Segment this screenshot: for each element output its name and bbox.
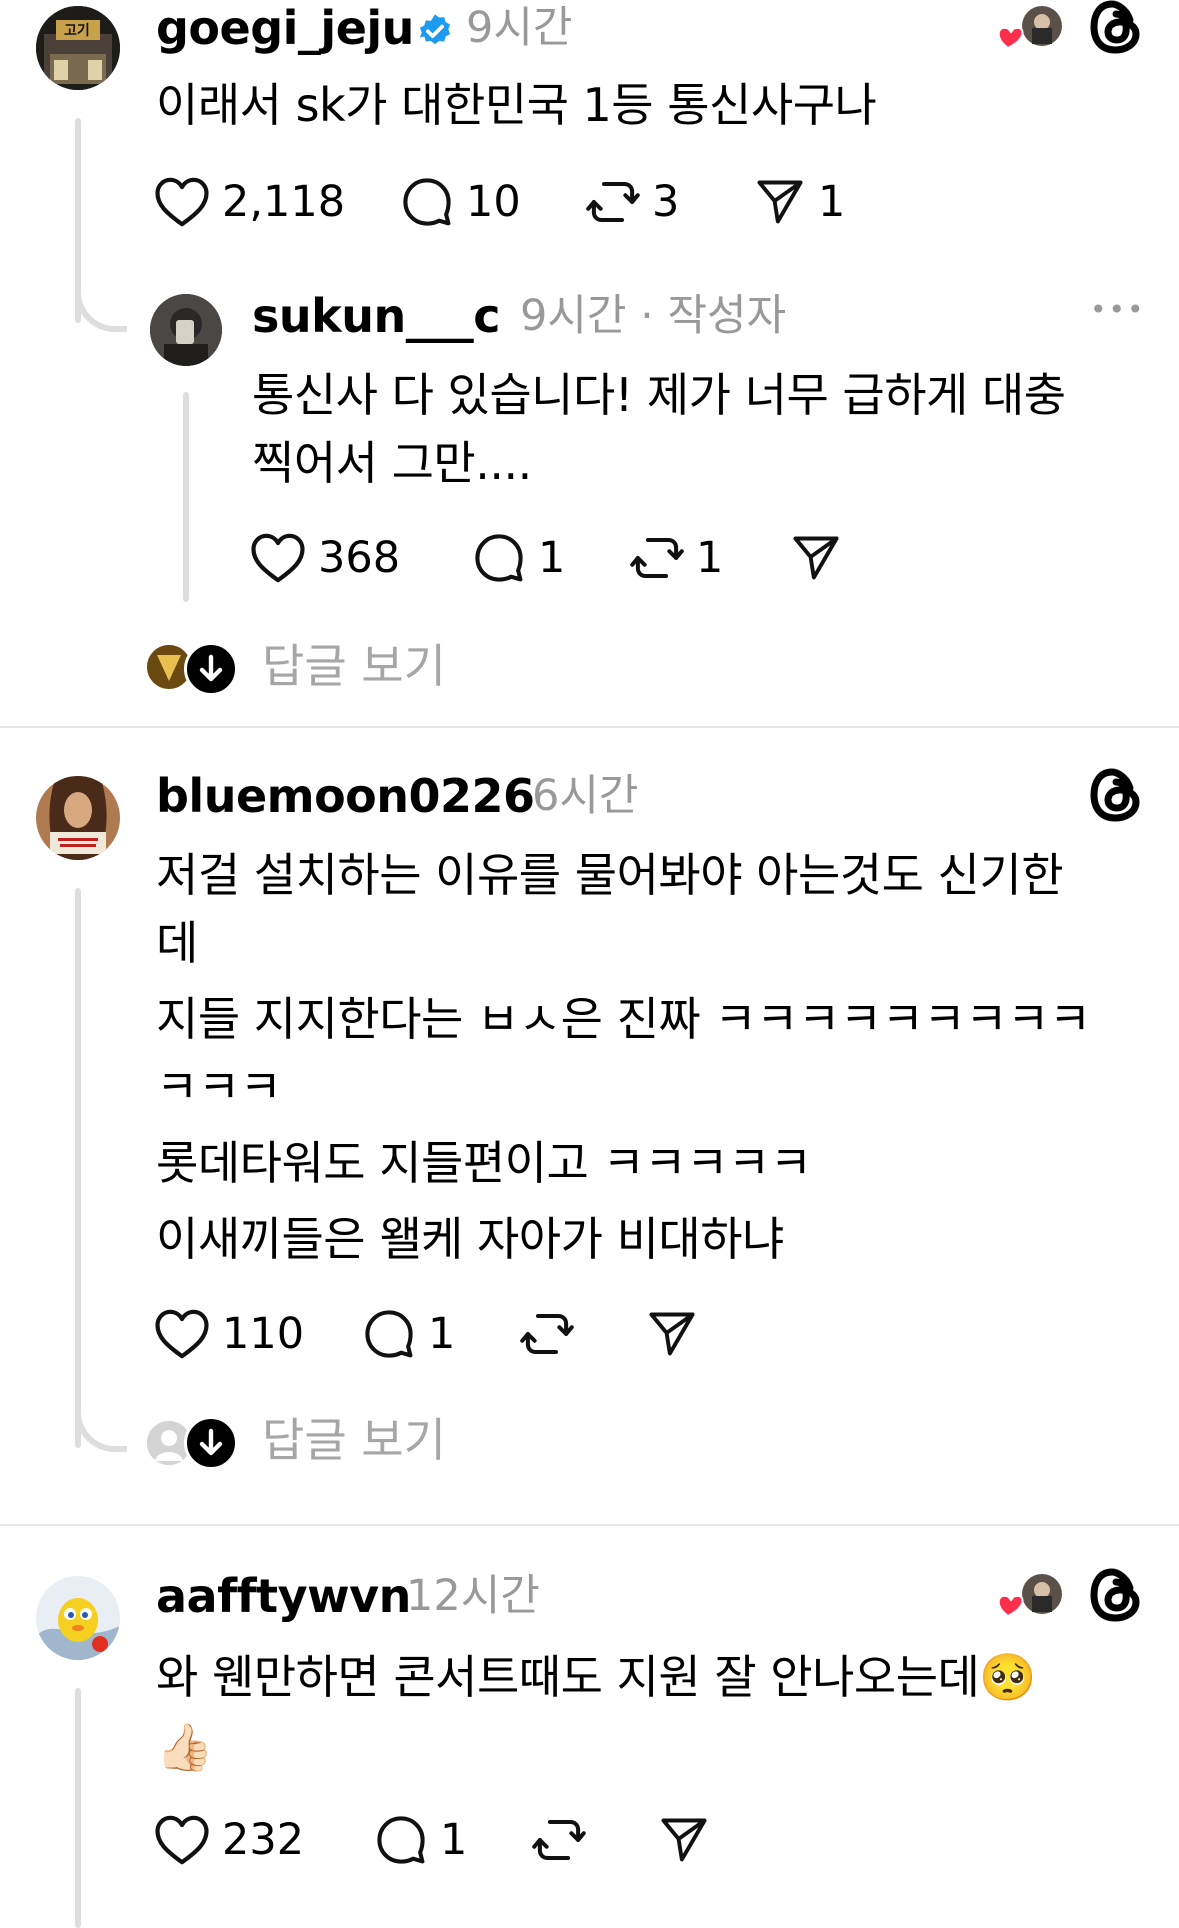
reply-count: 1: [428, 1309, 456, 1359]
like-count: 2,118: [222, 177, 346, 227]
repost-icon: [630, 537, 684, 579]
share-button[interactable]: [790, 528, 842, 588]
repost-button[interactable]: [532, 1810, 586, 1870]
repost-count: 1: [696, 533, 724, 583]
more-options-button[interactable]: •••: [1090, 290, 1146, 330]
comment-text-line: 👍🏻: [156, 1720, 213, 1774]
avatar-bluemoon0226[interactable]: [36, 776, 120, 860]
threads-logo-icon[interactable]: [1090, 0, 1142, 58]
heart-icon: [155, 1309, 209, 1359]
reply-bubble-icon: [377, 1816, 425, 1864]
like-count: 110: [222, 1309, 305, 1359]
storefront-avatar-image: [36, 6, 120, 90]
repost-button[interactable]: [520, 1304, 574, 1364]
send-icon: [661, 1818, 707, 1862]
comment-separator: [0, 1524, 1179, 1526]
avatar-aafftywvn[interactable]: [36, 1576, 120, 1660]
liked-by-author-indicator: [996, 4, 1062, 54]
avatar-sukun-c[interactable]: [150, 294, 222, 366]
send-icon: [793, 536, 839, 580]
reply-button[interactable]: 1: [362, 1304, 455, 1364]
comment-text-line: 찍어서 그만....: [252, 436, 532, 490]
reply-bubble-icon: [475, 534, 523, 582]
reply-bubble-icon: [403, 178, 451, 226]
repost-button[interactable]: 3: [586, 172, 679, 232]
heart-icon: [155, 177, 209, 227]
username[interactable]: sukun___c: [252, 288, 500, 344]
thread-line-curve: [75, 270, 127, 332]
timestamp: 6시간: [532, 771, 639, 821]
liked-by-author-indicator: [996, 1572, 1062, 1622]
like-button[interactable]: 2,118: [154, 172, 345, 232]
expand-replies-arrow-icon[interactable]: [184, 642, 238, 696]
timestamp: 9시간 · 작성자: [520, 291, 787, 341]
reply-count: 1: [538, 533, 566, 583]
repost-icon: [520, 1313, 574, 1355]
view-replies-link[interactable]: 답글 보기: [262, 1410, 446, 1470]
threads-logo-icon[interactable]: [1090, 768, 1142, 826]
reply-button[interactable]: 1: [374, 1810, 467, 1870]
threads-logo-icon[interactable]: [1090, 1568, 1142, 1626]
comment-text-line: 와 웬만하면 콘서트때도 지원 잘 안나오는데🥺: [156, 1650, 1037, 1704]
portrait-avatar-image: [36, 776, 120, 860]
expand-replies-arrow-icon[interactable]: [184, 1416, 238, 1470]
comment-separator: [0, 726, 1179, 728]
repost-count: 3: [652, 177, 680, 227]
send-icon: [649, 1312, 695, 1356]
cartoon-bird-avatar-image: [36, 1576, 120, 1660]
comment-text-line: 저걸 설치하는 이유를 물어봐야 아는것도 신기한: [156, 848, 1064, 902]
comment-text-line: ㅋㅋㅋ: [156, 1060, 282, 1114]
username[interactable]: goegi_jeju: [156, 0, 414, 56]
thread-line: [75, 1688, 81, 1928]
avatar-sign-text: 고기: [64, 23, 90, 39]
thread-line: [183, 392, 189, 602]
repost-icon: [532, 1819, 586, 1861]
thread-line-curve: [75, 1390, 127, 1452]
share-button[interactable]: [658, 1810, 710, 1870]
reply-button[interactable]: 10: [400, 172, 521, 232]
verified-badge-icon: [416, 12, 454, 54]
share-button[interactable]: [646, 1304, 698, 1364]
repost-icon: [586, 181, 640, 223]
comment-text-line: 이새끼들은 왤케 자아가 비대하냐: [156, 1212, 784, 1266]
reply-button[interactable]: 1: [472, 528, 565, 588]
like-button[interactable]: 110: [154, 1304, 304, 1364]
username[interactable]: aafftywvn: [156, 1568, 411, 1624]
timestamp: 9시간: [466, 3, 573, 53]
heart-icon: [155, 1815, 209, 1865]
share-button[interactable]: 1: [754, 172, 845, 232]
like-button[interactable]: 232: [154, 1810, 304, 1870]
comment-text-line: 데: [156, 916, 198, 970]
reply-count: 10: [466, 177, 521, 227]
reply-bubble-icon: [365, 1310, 413, 1358]
comment-text-line: 롯데타워도 지들편이고 ㅋㅋㅋㅋㅋ: [156, 1136, 812, 1190]
username[interactable]: bluemoon0226: [156, 768, 535, 824]
send-icon: [757, 180, 803, 224]
comment-text-line: 통신사 다 있습니다! 제가 너무 급하게 대충: [252, 368, 1066, 422]
share-count: 1: [818, 177, 846, 227]
avatar-goegi-jeju[interactable]: 고기: [36, 6, 120, 90]
like-button[interactable]: 368: [250, 528, 400, 588]
comment-text-line: 지들 지지한다는 ㅂㅅ은 진짜 ㅋㅋㅋㅋㅋㅋㅋㅋㅋ: [156, 992, 1091, 1046]
selfie-avatar-image: [150, 294, 222, 366]
timestamp: 12시간: [406, 1571, 540, 1621]
like-count: 232: [222, 1815, 305, 1865]
heart-icon: [251, 533, 305, 583]
thread-line: [75, 888, 81, 1448]
view-replies-link[interactable]: 답글 보기: [262, 636, 446, 696]
reply-count: 1: [440, 1815, 468, 1865]
repost-button[interactable]: 1: [630, 528, 723, 588]
comment-text: 이래서 sk가 대한민국 1등 통신사구나: [156, 78, 877, 132]
like-count: 368: [318, 533, 401, 583]
